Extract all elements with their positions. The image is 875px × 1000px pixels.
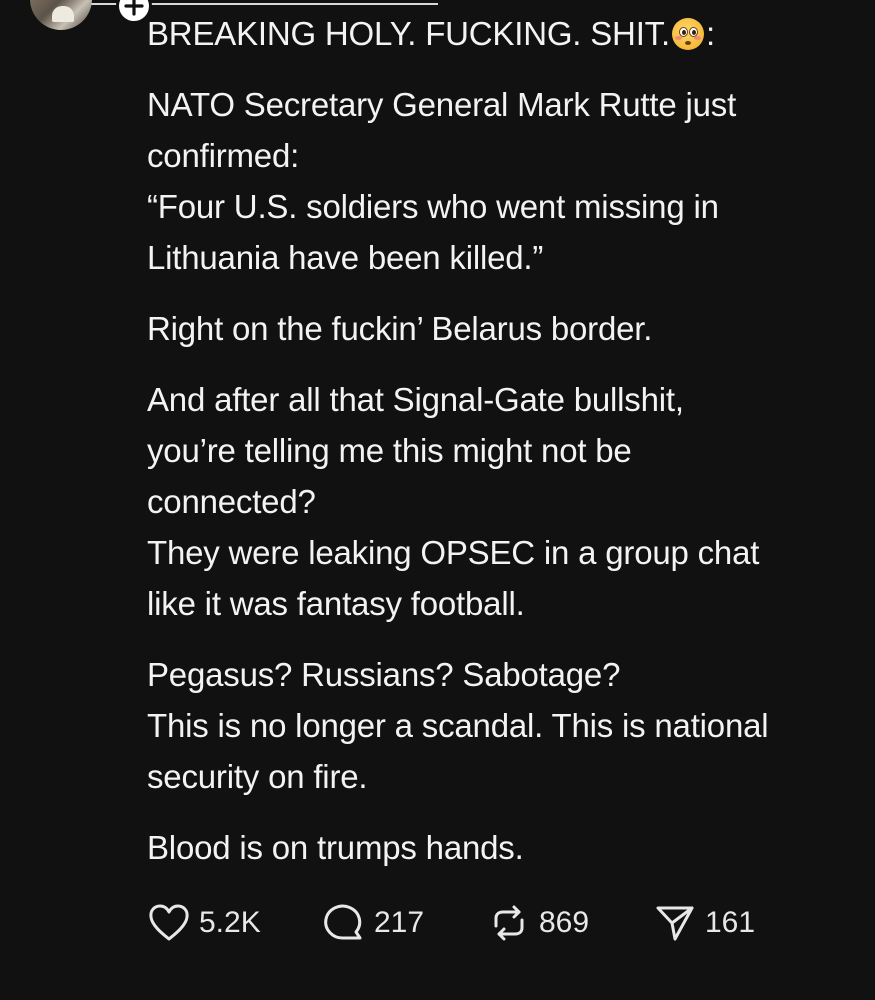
post-line: “Four U.S. soldiers who went missing in <box>147 188 719 225</box>
heart-icon <box>149 904 189 941</box>
repost-count: 869 <box>539 906 590 939</box>
repost-button[interactable]: 869 <box>487 902 653 944</box>
post-paragraph: NATO Secretary General Mark Rutte just c… <box>147 79 862 283</box>
post-line: connected? <box>147 483 316 520</box>
headline-suffix: : <box>705 15 715 52</box>
repost-icon <box>494 905 524 941</box>
post-paragraph: Right on the fuckin’ Belarus border. <box>147 303 862 354</box>
post-headline: BREAKING HOLY. FUCKING. SHIT.: <box>147 8 862 59</box>
post-body: BREAKING HOLY. FUCKING. SHIT.: NATO Secr… <box>147 8 862 893</box>
avatar[interactable] <box>30 0 92 30</box>
like-count: 5.2K <box>199 906 261 939</box>
post-paragraph: And after all that Signal-Gate bullshit,… <box>147 374 862 629</box>
headline-text: BREAKING HOLY. FUCKING. SHIT. <box>147 15 670 52</box>
post-actions-bar: 5.2K 217 869 161 <box>147 898 773 948</box>
post-line: And after all that Signal-Gate bullshit, <box>147 381 684 418</box>
post-paragraph: Pegasus? Russians? Sabotage? This is no … <box>147 649 862 802</box>
post-line: confirmed: <box>147 137 300 174</box>
reply-count: 217 <box>374 906 425 939</box>
post-paragraph: Blood is on trumps hands. <box>147 822 862 873</box>
post-line: like it was fantasy football. <box>147 585 525 622</box>
post-line: This is no longer a scandal. This is nat… <box>147 707 769 744</box>
post-container: BREAKING HOLY. FUCKING. SHIT.: NATO Secr… <box>0 0 875 1000</box>
plus-icon <box>124 0 144 16</box>
post-line: security on fire. <box>147 758 368 795</box>
send-icon <box>656 906 694 941</box>
post-line: NATO Secretary General Mark Rutte just <box>147 86 737 123</box>
post-line: They were leaking OPSEC in a group chat <box>147 534 760 571</box>
post-line: Lithuania have been killed.” <box>147 239 544 276</box>
post-line: Blood is on trumps hands. <box>147 829 524 866</box>
share-count: 161 <box>705 906 756 939</box>
post-line: Pegasus? Russians? Sabotage? <box>147 656 621 693</box>
share-button[interactable]: 161 <box>653 902 773 944</box>
reply-button[interactable]: 217 <box>322 902 487 944</box>
author-avatar-group[interactable] <box>30 0 152 30</box>
post-line: you’re telling me this might not be <box>147 432 632 469</box>
flushed-face-emoji-icon <box>671 18 704 50</box>
post-line: Right on the fuckin’ Belarus border. <box>147 310 653 347</box>
like-button[interactable]: 5.2K <box>147 903 322 943</box>
comment-bubble-icon <box>324 904 362 940</box>
